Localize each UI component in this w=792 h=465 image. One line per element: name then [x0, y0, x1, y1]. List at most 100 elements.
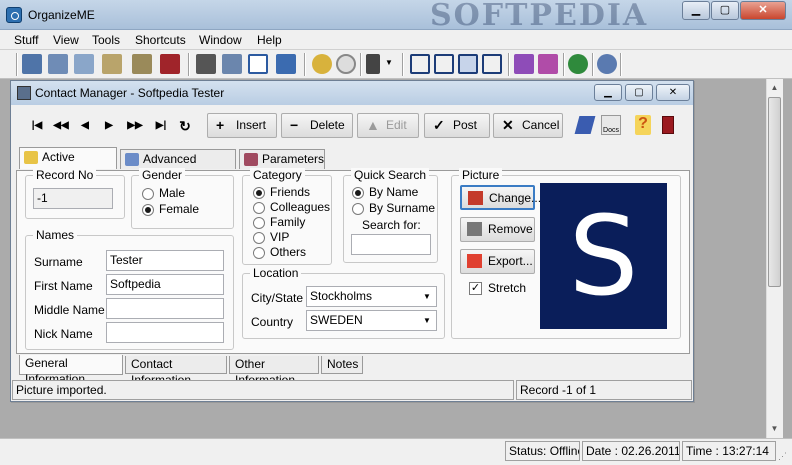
next-page-icon[interactable]: ▶▶: [123, 116, 147, 136]
tab-advanced-search[interactable]: Advanced Search: [120, 149, 236, 184]
close-button[interactable]: ✕: [740, 1, 786, 20]
tab-general-information[interactable]: General Information: [19, 355, 123, 386]
radio-female[interactable]: [142, 204, 154, 216]
tile-vertical-icon[interactable]: [434, 54, 454, 74]
city-state-label: City/State: [251, 291, 304, 305]
child-minimize-button[interactable]: ▁: [594, 84, 622, 101]
category-group: Category Friends Colleagues Family VIP O…: [242, 168, 332, 265]
scroll-up-icon[interactable]: ▲: [766, 79, 783, 96]
post-button[interactable]: ✓ Post: [424, 113, 490, 138]
arrange-icon[interactable]: [482, 54, 502, 74]
tab-active-record[interactable]: Active Record: [19, 147, 117, 182]
layout-icon[interactable]: [366, 54, 380, 74]
prior-record-icon[interactable]: ◀: [73, 116, 97, 136]
scroll-thumb[interactable]: [768, 97, 781, 287]
maximize-button[interactable]: ▢: [711, 1, 739, 20]
question-icon[interactable]: ?: [635, 115, 651, 135]
cascade-icon[interactable]: [458, 54, 478, 74]
radio-family[interactable]: [253, 217, 265, 229]
exit-door-icon[interactable]: [662, 116, 674, 134]
radio-vip[interactable]: [253, 232, 265, 244]
web-icon[interactable]: [568, 54, 588, 74]
remove-picture-button[interactable]: Remove: [460, 217, 535, 242]
menu-view[interactable]: View: [53, 33, 79, 47]
nick-name-field[interactable]: [106, 322, 224, 343]
country-dropdown[interactable]: SWEDEN ▼: [306, 310, 437, 331]
vip-label: VIP: [270, 230, 290, 244]
contacts-icon[interactable]: [22, 54, 42, 74]
change-picture-button[interactable]: Change...: [460, 185, 541, 210]
search-for-label: Search for:: [362, 218, 421, 232]
addressbook-icon[interactable]: [48, 54, 68, 74]
refresh-icon[interactable]: ↻: [173, 116, 197, 136]
child-title-bar: Contact Manager - Softpedia Tester ▁ ▢ ✕: [11, 81, 693, 105]
about-icon[interactable]: [597, 54, 617, 74]
watermark-text: SOFTPEDIA: [430, 0, 649, 33]
contact-manager-icon: [17, 86, 31, 100]
by-surname-label: By Surname: [369, 201, 436, 215]
tab-other-information[interactable]: Other Information: [229, 356, 319, 387]
notes-icon[interactable]: [102, 54, 122, 74]
calendar-icon[interactable]: [312, 54, 332, 74]
edit-button[interactable]: ▲ Edit: [357, 113, 419, 138]
cancel-button[interactable]: ✕ Cancel: [493, 113, 563, 138]
chevron-down-icon[interactable]: ▼: [419, 288, 435, 305]
surname-field[interactable]: Tester: [106, 250, 224, 271]
print-icon[interactable]: [196, 54, 216, 74]
next-record-icon[interactable]: ▶: [97, 116, 121, 136]
window-icon[interactable]: [248, 54, 268, 74]
tab-contact-information[interactable]: Contact Information: [125, 356, 227, 387]
radio-colleagues[interactable]: [253, 202, 265, 214]
groups-icon[interactable]: [74, 54, 94, 74]
male-label: Male: [159, 186, 186, 200]
insert-button[interactable]: + Insert: [207, 113, 277, 138]
family-label: Family: [270, 215, 306, 229]
delete-button[interactable]: − Delete: [281, 113, 353, 138]
tile-horizontal-icon[interactable]: [410, 54, 430, 74]
city-state-dropdown[interactable]: Stockholms ▼: [306, 286, 437, 307]
help-book-icon[interactable]: [514, 54, 534, 74]
child-close-button[interactable]: ✕: [656, 84, 690, 101]
radio-male[interactable]: [142, 188, 154, 200]
chevron-down-icon[interactable]: ▼: [385, 58, 393, 67]
x-icon: ✕: [502, 117, 514, 133]
resize-grip-icon[interactable]: ⋰: [778, 450, 790, 462]
book-icon[interactable]: [160, 54, 180, 74]
first-record-icon[interactable]: |◀: [25, 116, 49, 136]
save-icon[interactable]: [276, 54, 296, 74]
journal-icon[interactable]: [132, 54, 152, 74]
first-name-field[interactable]: Softpedia: [106, 274, 224, 295]
others-label: Others: [270, 245, 307, 259]
eraser-icon[interactable]: [574, 116, 596, 134]
child-maximize-button[interactable]: ▢: [625, 84, 653, 101]
tab-notes[interactable]: Notes: [321, 356, 363, 374]
menu-shortcuts[interactable]: Shortcuts: [135, 33, 186, 47]
quick-search-group: Quick Search By Name By Surname Search f…: [343, 168, 438, 263]
change-image-icon: [468, 191, 483, 205]
menu-tools[interactable]: Tools: [92, 33, 120, 47]
stretch-checkbox[interactable]: ✓: [469, 282, 482, 295]
scroll-down-icon[interactable]: ▼: [766, 420, 783, 437]
female-label: Female: [159, 202, 200, 216]
radio-by-name[interactable]: [352, 187, 364, 199]
quick-search-field[interactable]: [351, 234, 431, 255]
menu-bar: Stuff View Tools Shortcuts Window Help: [0, 30, 792, 50]
minimize-button[interactable]: ▁: [682, 1, 710, 20]
docs-icon[interactable]: Docs: [601, 115, 621, 135]
menu-window[interactable]: Window: [199, 33, 242, 47]
prior-page-icon[interactable]: ◀◀: [49, 116, 73, 136]
radio-friends[interactable]: [253, 187, 265, 199]
radio-others[interactable]: [253, 247, 265, 259]
middle-name-field[interactable]: [106, 298, 224, 319]
alarm-icon[interactable]: [336, 54, 356, 74]
radio-by-surname[interactable]: [352, 203, 364, 215]
export-picture-button[interactable]: Export...: [460, 249, 535, 274]
tip-icon[interactable]: [538, 54, 558, 74]
tab-parameters[interactable]: Parameters: [239, 149, 325, 169]
copy-icon[interactable]: [222, 54, 242, 74]
menu-help[interactable]: Help: [257, 33, 282, 47]
last-record-icon[interactable]: ▶|: [149, 116, 173, 136]
contact-manager-window: Contact Manager - Softpedia Tester ▁ ▢ ✕…: [10, 80, 694, 402]
menu-stuff[interactable]: Stuff: [14, 33, 38, 47]
chevron-down-icon[interactable]: ▼: [419, 312, 435, 329]
